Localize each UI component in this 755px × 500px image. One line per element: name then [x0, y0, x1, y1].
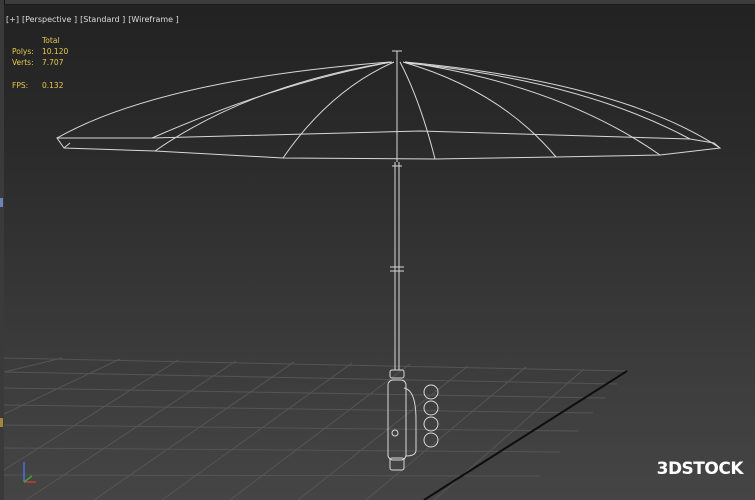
fps-label: FPS: — [12, 81, 29, 90]
viewport-display-menu[interactable]: [Wireframe ] — [128, 13, 179, 27]
edge-marker — [0, 198, 3, 207]
polys-value: 10.120 — [42, 47, 69, 56]
fps-value: 0.132 — [42, 81, 64, 90]
viewport-label-menu[interactable]: [+] [Perspective ] [Standard ] [Wirefram… — [6, 13, 182, 27]
verts-label: Verts: — [12, 58, 34, 67]
verts-value: 7.707 — [42, 58, 64, 67]
perspective-viewport[interactable]: [+] [Perspective ] [Standard ] [Wirefram… — [4, 5, 755, 500]
stats-header: Total — [42, 36, 60, 45]
grid-axis-line — [423, 370, 628, 500]
edge-marker — [0, 418, 3, 427]
watermark-logo: 3DSTOCK — [656, 459, 744, 479]
viewport-plus-menu[interactable]: [+] — [6, 13, 19, 27]
axis-gizmo-icon — [23, 462, 36, 483]
viewport-view-menu[interactable]: [Perspective ] — [22, 13, 77, 27]
statistics-overlay: Total Polys: 10.120 Verts: 7.707 FPS: 0.132 — [12, 35, 68, 91]
watermark-text: 3DSTOCK — [656, 459, 744, 479]
polys-label: Polys: — [12, 47, 34, 56]
ground-grid — [4, 357, 628, 500]
viewport-shading-menu[interactable]: [Standard ] — [80, 13, 125, 27]
viewport-scene[interactable] — [4, 5, 755, 500]
